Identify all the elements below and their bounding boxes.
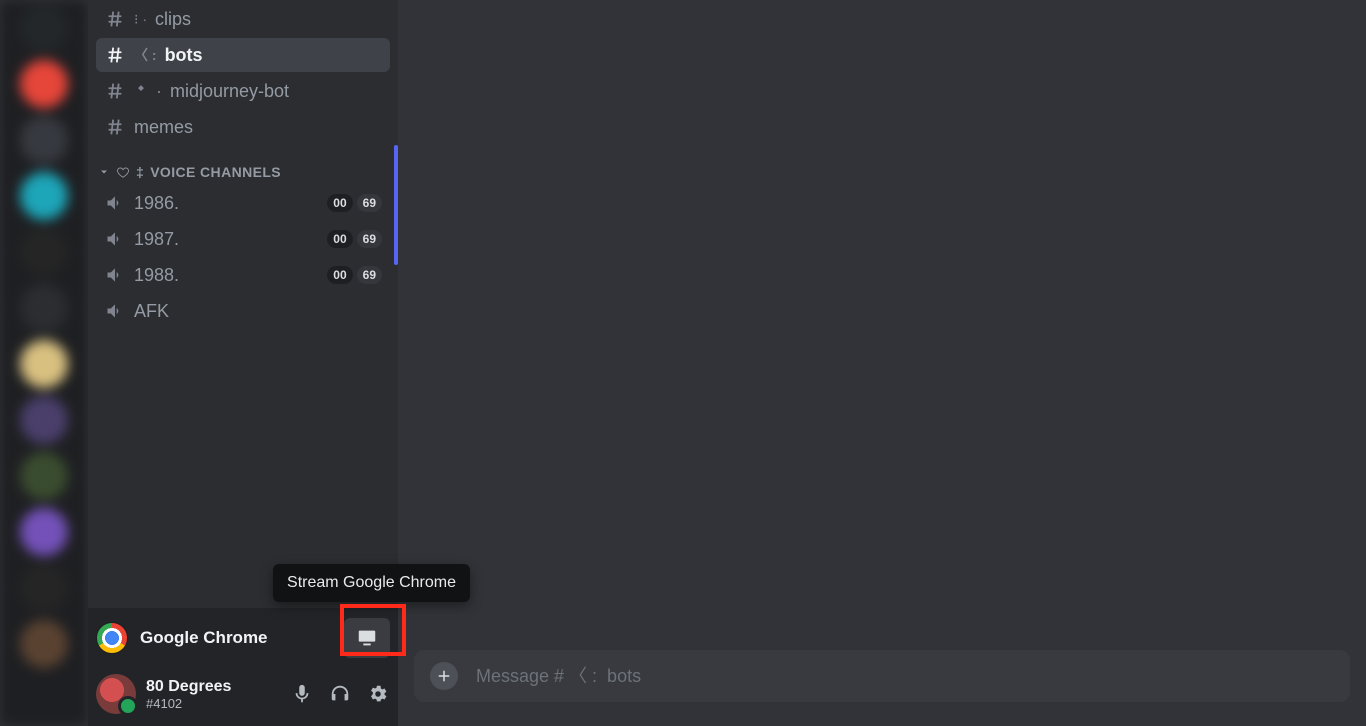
activity-app-name: Google Chrome (140, 628, 268, 648)
heart-icon (116, 165, 130, 179)
badge: 00 (327, 266, 352, 284)
server-item[interactable] (20, 4, 68, 52)
message-list[interactable] (398, 0, 1366, 650)
badge: 00 (327, 194, 352, 212)
channel-label: bots (165, 45, 203, 66)
voice-channel-1986[interactable]: 1986. 00 69 (96, 186, 390, 220)
voice-channel-afk[interactable]: AFK (96, 294, 390, 328)
server-item[interactable] (20, 452, 68, 500)
stream-tooltip: Stream Google Chrome (273, 564, 470, 602)
channel-label: AFK (134, 301, 169, 322)
server-item[interactable] (20, 620, 68, 668)
deafen-button[interactable] (328, 682, 352, 706)
server-item[interactable] (20, 508, 68, 556)
text-channel-memes[interactable]: memes (96, 110, 390, 144)
voice-channel-1987[interactable]: 1987. 00 69 (96, 222, 390, 256)
speaker-icon (104, 192, 126, 214)
category-label: VOICE CHANNELS (150, 164, 281, 180)
server-item[interactable] (20, 228, 68, 276)
text-channel-midjourney[interactable]: · midjourney-bot (96, 74, 390, 108)
hash-icon (104, 80, 126, 102)
mute-mic-button[interactable] (290, 682, 314, 706)
channel-label: 1988. (134, 265, 179, 286)
voice-category[interactable]: ‡ VOICE CHANNELS (96, 146, 390, 184)
username: 80 Degrees (146, 678, 231, 696)
server-item[interactable] (20, 564, 68, 612)
hash-icon (104, 116, 126, 138)
speaker-icon (104, 264, 126, 286)
diamond-icon (134, 84, 148, 98)
chrome-icon (96, 622, 128, 654)
channel-label: clips (155, 9, 191, 30)
chevron-down-icon (98, 166, 110, 178)
server-item[interactable] (20, 60, 68, 108)
badge: 69 (357, 230, 382, 248)
unread-indicator (394, 145, 398, 265)
text-channel-bots[interactable]: 〈 : bots (96, 38, 390, 72)
server-item[interactable] (20, 396, 68, 444)
speaker-icon (104, 228, 126, 250)
user-tag: #4102 (146, 696, 231, 711)
message-composer (414, 650, 1350, 702)
badge: 69 (357, 266, 382, 284)
channel-extra: ⁝ · (134, 11, 147, 28)
speaker-icon (104, 300, 126, 322)
voice-badges: 00 69 (327, 266, 382, 284)
server-item[interactable] (20, 284, 68, 332)
server-item[interactable] (20, 340, 68, 388)
attach-button[interactable] (430, 662, 458, 690)
main-chat-area (398, 0, 1366, 726)
hash-icon (104, 8, 126, 30)
activity-panel: Stream Google Chrome Google Chrome (88, 608, 398, 668)
voice-badges: 00 69 (327, 194, 382, 212)
voice-badges: 00 69 (327, 230, 382, 248)
badge: 69 (357, 194, 382, 212)
server-item[interactable] (20, 116, 68, 164)
stream-screen-button[interactable] (344, 618, 390, 658)
text-channel-clips[interactable]: ⁝ · clips (96, 2, 390, 36)
channel-label: midjourney-bot (170, 81, 289, 102)
hash-icon (104, 44, 126, 66)
avatar[interactable] (96, 674, 136, 714)
voice-channel-1988[interactable]: 1988. 00 69 (96, 258, 390, 292)
channel-label: memes (134, 117, 193, 138)
server-list[interactable] (0, 0, 88, 726)
channel-label: 1986. (134, 193, 179, 214)
server-item[interactable] (20, 172, 68, 220)
channel-label: 1987. (134, 229, 179, 250)
badge: 00 (327, 230, 352, 248)
settings-button[interactable] (366, 682, 390, 706)
message-input[interactable] (476, 666, 1334, 687)
user-panel: 80 Degrees #4102 (88, 668, 398, 726)
channel-extra: 〈 : (134, 45, 157, 65)
channel-sidebar: ⁝ · clips 〈 : bots · midjourney-bot meme… (88, 0, 398, 726)
